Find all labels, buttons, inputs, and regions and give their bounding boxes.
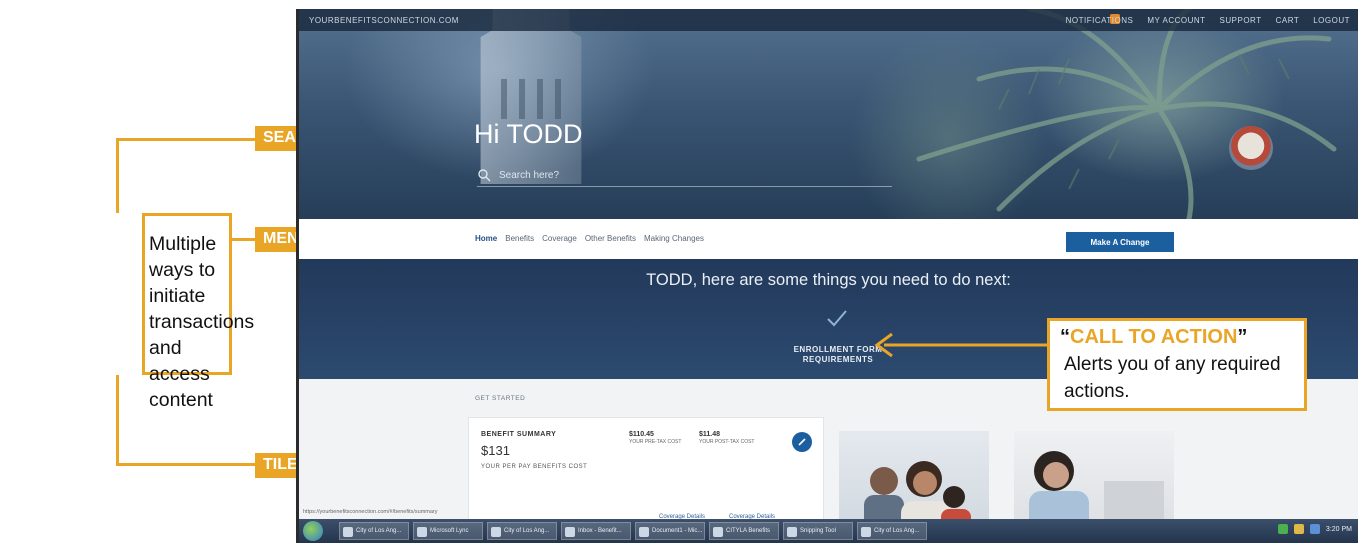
city-seal-logo [1229, 126, 1273, 170]
app-icon [861, 527, 871, 537]
app-icon [565, 527, 575, 537]
tile-subtitle: YOUR PER PAY BENEFITS COST [481, 464, 588, 470]
cta-callout-body: Alerts you of any required actions. [1064, 354, 1281, 402]
windows-taskbar: City of Los Ang... Microsoft Lync City o… [299, 519, 1358, 543]
taskbar-item[interactable]: Inbox - Benefit... [561, 522, 631, 540]
taskbar-item[interactable]: Snipping Tool [783, 522, 853, 540]
bracket-line-bottom-h [116, 463, 256, 466]
post-tax-value: $11.48 [699, 431, 721, 438]
edit-pencil-button[interactable] [792, 432, 812, 452]
taskbar-clock[interactable]: 3:20 PM [1326, 526, 1352, 533]
app-icon [417, 527, 427, 537]
menu-item-other-benefits[interactable]: Other Benefits [585, 234, 636, 243]
tray-security-icon[interactable] [1309, 524, 1320, 534]
topnav-notifications[interactable]: NOTIFICATIONS [1066, 16, 1134, 25]
pre-tax-stat: $110.45 YOUR PRE-TAX COST [629, 431, 681, 445]
portal-screenshot: YOURBENEFITSCONNECTION.COM NOTIFICATIONS… [296, 9, 1358, 543]
site-topbar: YOURBENEFITSCONNECTION.COM NOTIFICATIONS… [299, 9, 1358, 31]
cta-arrow [874, 332, 1048, 358]
app-icon [713, 527, 723, 537]
benefit-summary-tile[interactable]: BENEFIT SUMMARY $131 YOUR PER PAY BENEFI… [468, 417, 824, 535]
system-tray: 3:20 PM [1277, 524, 1352, 534]
taskbar-items: City of Los Ang... Microsoft Lync City o… [339, 522, 927, 540]
next-steps-heading: TODD, here are some things you need to d… [646, 271, 1011, 289]
search-icon[interactable] [477, 168, 491, 182]
multiple-ways-callout: Multiple ways to initiate transactions a… [142, 213, 254, 411]
bracket-line-menu [232, 238, 256, 241]
site-name[interactable]: YOURBENEFITSCONNECTION.COM [309, 16, 459, 25]
app-icon [343, 527, 353, 537]
get-started-label: GET STARTED [475, 395, 526, 402]
topnav-my-account[interactable]: MY ACCOUNT [1147, 16, 1205, 25]
app-icon [639, 527, 649, 537]
menu-item-coverage[interactable]: Coverage [542, 234, 577, 243]
checkmark-icon[interactable] [825, 306, 849, 330]
menu-item-home[interactable]: Home [475, 234, 497, 243]
app-icon [787, 527, 797, 537]
top-nav: NOTIFICATIONS MY ACCOUNT SUPPORT CART LO… [1066, 16, 1350, 25]
hero-banner: YOURBENEFITSCONNECTION.COM NOTIFICATIONS… [299, 9, 1358, 219]
bracket-line-top-h [116, 138, 256, 141]
taskbar-item[interactable]: Microsoft Lync [413, 522, 483, 540]
tile-amount: $131 [481, 443, 510, 458]
call-to-action-callout: “CALL TO ACTION” Alerts you of any requi… [1047, 318, 1307, 411]
bracket-line-bottom [116, 375, 119, 465]
start-button[interactable] [303, 521, 323, 541]
post-tax-stat: $11.48 YOUR POST-TAX COST [699, 431, 754, 445]
pencil-icon [798, 438, 806, 446]
city-hall-tower-image [480, 9, 582, 184]
cta-callout-title: “CALL TO ACTION” [1060, 326, 1248, 348]
tray-volume-icon[interactable] [1293, 524, 1304, 534]
main-menu: Home Benefits Coverage Other Benefits Ma… [475, 234, 704, 243]
palm-tree-image [916, 9, 1337, 219]
menu-item-making-changes[interactable]: Making Changes [644, 234, 704, 243]
topnav-cart[interactable]: CART [1276, 16, 1300, 25]
bracket-line-top [116, 138, 119, 213]
pre-tax-value: $110.45 [629, 431, 654, 438]
status-bar-url: https://yourbenefitsconnection.com/#/ben… [303, 509, 438, 515]
search-bar [477, 167, 892, 187]
topnav-logout[interactable]: LOGOUT [1313, 16, 1350, 25]
menu-item-benefits[interactable]: Benefits [505, 234, 534, 243]
taskbar-item[interactable]: City of Los Ang... [857, 522, 927, 540]
pre-tax-label: YOUR PRE-TAX COST [629, 439, 682, 445]
post-tax-label: YOUR POST-TAX COST [699, 439, 755, 445]
taskbar-item[interactable]: City of Los Ang... [487, 522, 557, 540]
taskbar-item[interactable]: CITYLA Benefits [709, 522, 779, 540]
tile-title: BENEFIT SUMMARY [481, 431, 557, 438]
app-icon [491, 527, 501, 537]
make-a-change-button[interactable]: Make A Change [1066, 232, 1174, 252]
main-menu-bar: Home Benefits Coverage Other Benefits Ma… [299, 219, 1358, 259]
topnav-support[interactable]: SUPPORT [1220, 16, 1262, 25]
tray-network-icon[interactable] [1277, 524, 1288, 534]
taskbar-item[interactable]: Document1 - Mic... [635, 522, 705, 540]
greeting-heading: Hi TODD [474, 119, 583, 149]
taskbar-item[interactable]: City of Los Ang... [339, 522, 409, 540]
multiple-ways-text: Multiple ways to initiate transactions a… [149, 233, 255, 411]
search-input[interactable] [499, 167, 879, 183]
